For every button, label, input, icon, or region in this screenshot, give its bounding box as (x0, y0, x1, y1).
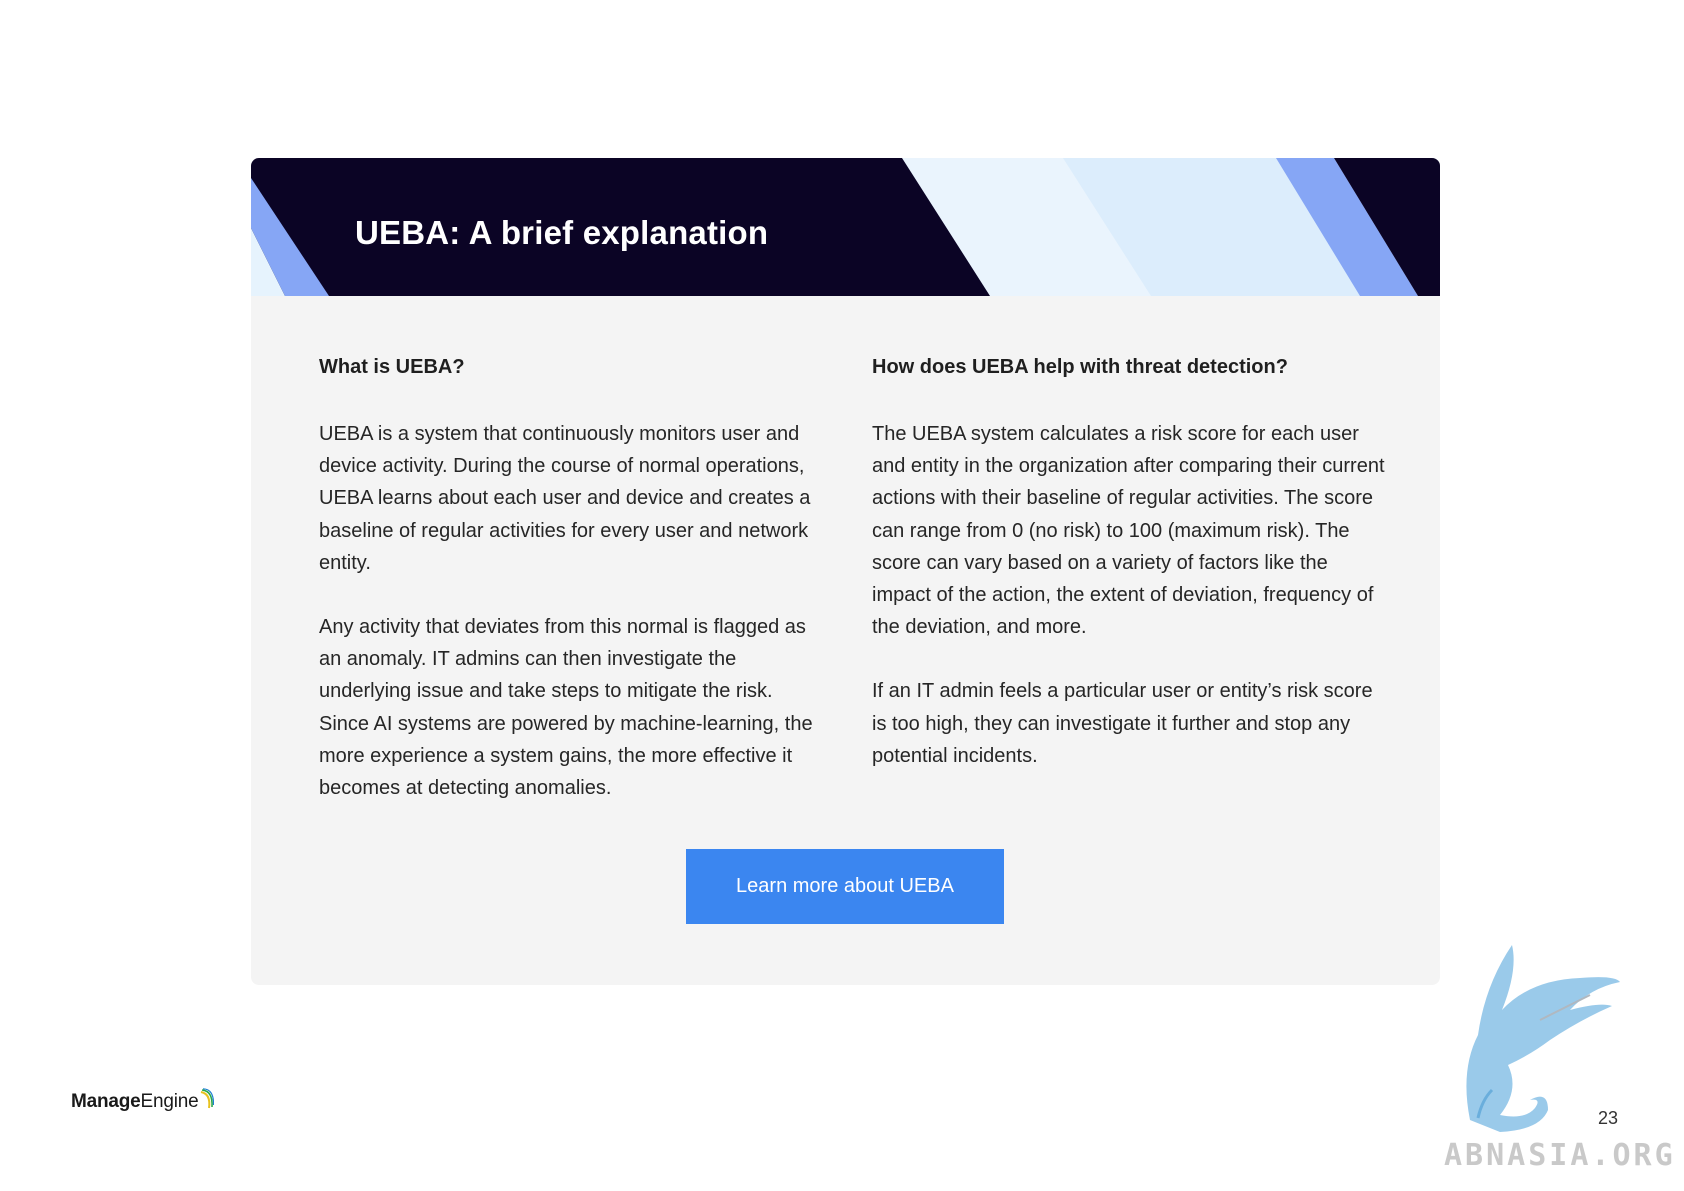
right-column: How does UEBA help with threat detection… (872, 354, 1392, 804)
right-paragraph-2: If an IT admin feels a particular user o… (872, 680, 1373, 767)
info-card: UEBA: A brief explanation What is UEBA? … (251, 158, 1440, 985)
learn-more-button[interactable]: Learn more about UEBA (686, 849, 1004, 924)
logo-swoosh-icon (200, 1088, 214, 1109)
logo-bold-text: Manage (71, 1091, 141, 1112)
banner: UEBA: A brief explanation (251, 158, 1440, 296)
left-paragraph-2: Any activity that deviates from this nor… (319, 616, 813, 800)
left-column: What is UEBA? UEBA is a system that cont… (319, 354, 819, 836)
right-paragraph-1: The UEBA system calculates a risk score … (872, 423, 1385, 639)
watermark-text: ABNASIA.ORG (1444, 1138, 1676, 1173)
manageengine-logo: ManageEngine (71, 1088, 214, 1113)
page-number: 23 (1598, 1108, 1619, 1128)
right-heading: How does UEBA help with threat detection… (872, 356, 1288, 378)
left-paragraph-1: UEBA is a system that continuously monit… (319, 423, 811, 574)
left-heading: What is UEBA? (319, 356, 465, 378)
logo-regular-text: Engine (140, 1091, 199, 1112)
banner-title: UEBA: A brief explanation (355, 214, 769, 251)
